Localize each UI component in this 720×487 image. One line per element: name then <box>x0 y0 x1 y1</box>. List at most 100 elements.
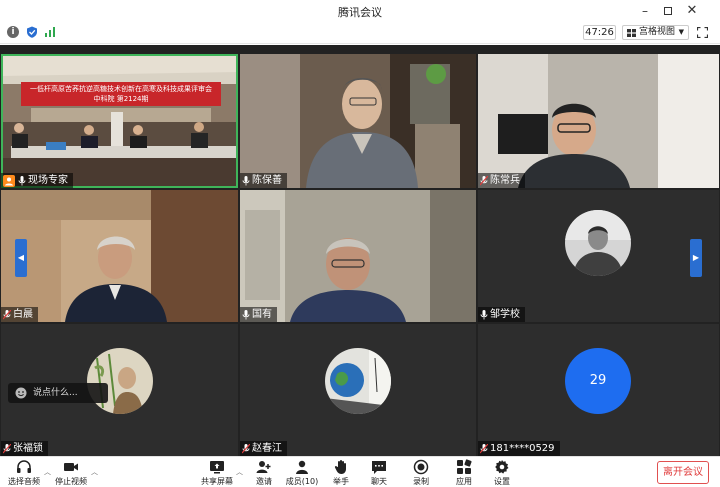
chat-placeholder: 说点什么... <box>33 388 78 398</box>
participant-name: 陈保善 <box>252 175 282 186</box>
chat-label: 聊天 <box>371 477 387 486</box>
participant-video <box>478 54 719 188</box>
maximize-button[interactable] <box>660 3 676 19</box>
conference-room-video <box>1 54 238 188</box>
participant-label: 现场专家 <box>1 173 73 188</box>
close-button[interactable]: ✕ <box>684 3 700 19</box>
window-title: 腾讯会议 <box>338 6 382 19</box>
participant-label: 张福锁 <box>1 441 48 456</box>
invite-label: 邀请 <box>256 477 272 486</box>
video-label: 停止视频 <box>55 477 87 486</box>
shield-icon[interactable] <box>26 26 38 38</box>
participant-name: 赵春江 <box>252 443 282 454</box>
microphone-off-icon <box>3 309 11 319</box>
video-tile-chen-baoshan[interactable]: 陈保善 <box>240 54 476 188</box>
members-button[interactable]: 成员(10) <box>284 458 320 487</box>
raise-hand-button[interactable]: 举手 <box>330 458 352 487</box>
video-tile-onsite-experts[interactable]: 一低杆高原苦荞抗逆高糖技术创新在高寒及科技成果评审会 中科院 第2124期 现场… <box>1 54 238 188</box>
audio-button[interactable]: 选择音频 <box>6 458 42 487</box>
hand-icon <box>334 460 346 474</box>
apps-icon <box>457 459 472 474</box>
grid-view-icon <box>627 29 636 37</box>
share-screen-button[interactable]: 共享屏幕 <box>199 458 235 487</box>
invite-button[interactable]: 邀请 <box>252 458 276 487</box>
settings-button[interactable]: 设置 <box>491 458 513 487</box>
participant-avatar <box>325 348 391 414</box>
microphone-off-icon <box>480 175 488 185</box>
video-tile-bai-chen[interactable]: ◀ 白晨 <box>1 190 238 322</box>
participant-label: 赵春江 <box>240 441 287 456</box>
audio-label: 选择音频 <box>8 477 40 486</box>
video-tile-phone-participant[interactable]: 29 181****0529 <box>478 324 719 456</box>
chevron-up-icon[interactable]: ︿ <box>44 467 51 477</box>
microphone-icon <box>18 175 26 185</box>
participant-label: 陈常兵 <box>478 173 525 188</box>
view-mode-label: 宫格视图 <box>639 27 676 37</box>
share-label: 共享屏幕 <box>201 477 233 486</box>
meeting-timer: 47:26 <box>583 25 616 40</box>
view-mode-button[interactable]: 宫格视图 ▼ <box>622 25 689 40</box>
info-icon[interactable]: i <box>7 26 19 38</box>
chevron-up-icon[interactable]: ︿ <box>236 467 243 477</box>
participant-name: 张福锁 <box>13 443 43 454</box>
members-icon <box>296 460 308 474</box>
participant-label: 国有 <box>240 307 277 322</box>
microphone-off-icon <box>3 443 11 453</box>
participant-label: 白晨 <box>1 307 38 322</box>
video-tile-zou-xuexiao[interactable]: ▶ 邹学校 <box>478 190 719 322</box>
participant-label: 181****0529 <box>478 441 560 456</box>
participant-label: 陈保善 <box>240 173 287 188</box>
apps-label: 应用 <box>456 477 472 486</box>
participant-avatar <box>565 210 631 276</box>
fullscreen-icon[interactable] <box>697 27 708 38</box>
participant-video <box>1 190 238 322</box>
avatar-initials: 29 <box>589 373 607 388</box>
minimize-button[interactable]: – <box>637 3 653 19</box>
settings-label: 设置 <box>494 477 510 486</box>
microphone-icon <box>480 309 488 319</box>
participant-name: 181****0529 <box>490 443 555 454</box>
record-label: 录制 <box>413 477 429 486</box>
meeting-toolbar: i 47:26 宫格视图 ▼ <box>0 22 720 44</box>
chat-button[interactable]: 聊天 <box>368 458 390 487</box>
video-tile-zhao-chunjiang[interactable]: 赵春江 <box>240 324 476 456</box>
previous-page-button[interactable]: ◀ <box>15 239 27 277</box>
record-button[interactable]: 录制 <box>410 458 432 487</box>
chevron-down-icon: ▼ <box>678 28 684 36</box>
participant-avatar: 29 <box>565 348 631 414</box>
video-button[interactable]: 停止视频 <box>53 458 89 487</box>
microphone-off-icon <box>242 443 250 453</box>
chat-input[interactable]: 说点什么... <box>8 383 108 403</box>
title-bar: 腾讯会议 – ✕ <box>0 0 720 22</box>
record-icon <box>413 459 429 475</box>
participant-name: 国有 <box>252 309 272 320</box>
members-label: 成员(10) <box>285 477 319 486</box>
gear-icon <box>495 460 509 474</box>
video-tile-chen-changbing[interactable]: 陈常兵 <box>478 54 719 188</box>
emoji-icon[interactable] <box>15 387 27 399</box>
video-grid: 一低杆高原苦荞抗逆高糖技术创新在高寒及科技成果评审会 中科院 第2124期 现场… <box>0 45 720 456</box>
chat-icon <box>372 461 386 474</box>
participant-label: 邹学校 <box>478 307 525 322</box>
screen-share-icon <box>210 461 224 474</box>
participant-video <box>240 190 476 322</box>
microphone-icon <box>242 309 250 319</box>
banner-title: 一低杆高原苦荞抗逆高糖技术创新在高寒及科技成果评审会 <box>30 85 212 93</box>
camera-icon <box>64 463 78 471</box>
video-tile-guo-you[interactable]: 国有 <box>240 190 476 322</box>
raise-hand-label: 举手 <box>333 477 349 486</box>
participant-name: 现场专家 <box>28 175 68 186</box>
participant-video <box>240 54 476 188</box>
leave-meeting-button[interactable]: 离开会议 <box>657 461 709 484</box>
participant-name: 陈常兵 <box>490 175 520 186</box>
participant-name: 邹学校 <box>490 309 520 320</box>
host-icon <box>3 174 15 187</box>
participant-avatar <box>87 348 153 414</box>
apps-button[interactable]: 应用 <box>453 458 475 487</box>
bottom-toolbar: 选择音频 ︿ 停止视频 ︿ 共享屏幕 ︿ 邀请 成员(10) 举手 聊天 录制 … <box>0 456 720 487</box>
next-page-button[interactable]: ▶ <box>690 239 702 277</box>
chevron-up-icon[interactable]: ︿ <box>91 467 98 477</box>
microphone-off-icon <box>480 443 488 453</box>
meeting-window: 腾讯会议 – ✕ i 47:26 宫格视图 ▼ 一低杆高原苦荞抗逆高糖技术创新在… <box>0 0 720 487</box>
signal-icon[interactable] <box>44 26 56 38</box>
